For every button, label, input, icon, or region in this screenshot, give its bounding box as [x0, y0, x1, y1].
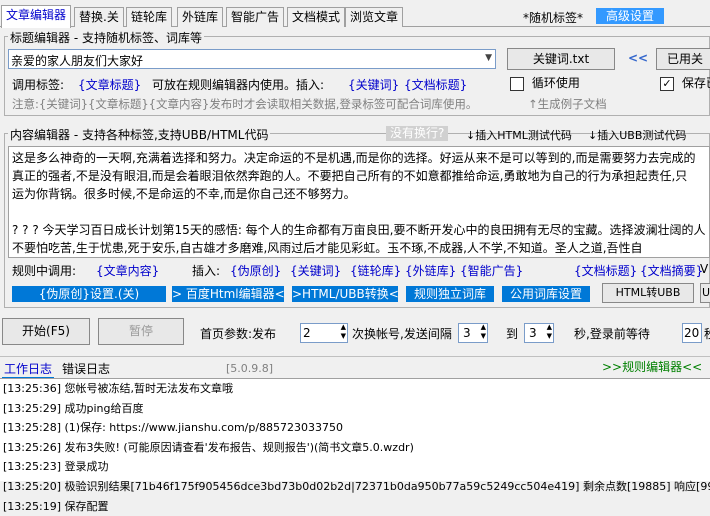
interval-min-value: 3: [463, 326, 471, 340]
content-line: 运为你背锅。很多时候,不是命运的不幸,而是你自己还不够努力。: [12, 187, 356, 201]
keyword-tag-link[interactable]: {关键词}: [348, 76, 399, 93]
dropdown-arrow-icon[interactable]: ▼: [485, 53, 492, 63]
spinner-arrows-icon[interactable]: ▲ ▼: [341, 323, 346, 341]
rule-call-label: 规则中调用:: [12, 264, 77, 278]
html-ubb-convert-button[interactable]: >HTML/UBB转换<: [292, 286, 399, 302]
doc-title-tag-link[interactable]: {文档标题}: [404, 76, 467, 93]
switch-interval-label: 次换帐号,发送间隔: [352, 327, 452, 341]
loop-checkbox-box[interactable]: [510, 76, 524, 91]
tab-error-log[interactable]: 错误日志: [62, 360, 110, 377]
log-line: [13:25:20] 极验识别结果[71b46f175f905456dce3bd…: [3, 479, 710, 493]
version-label: [5.0.9.8]: [226, 362, 274, 375]
interval-max-value: 3: [529, 326, 537, 340]
public-wordbank-settings-button[interactable]: 公用词库设置: [502, 286, 590, 302]
loop-use-label: 循环使用: [531, 76, 580, 90]
content-line: [12, 203, 706, 221]
generate-example-link[interactable]: ↑生成例子文档: [528, 96, 607, 112]
content-tag-link[interactable]: {文章内容}: [96, 262, 159, 279]
content-textarea[interactable]: 这是多么神奇的一天啊,充满着选择和努力。决定命运的不是机遇,而是你的选择。好运从…: [8, 146, 710, 258]
keyword-content-tag-link[interactable]: {关键词}: [290, 262, 341, 279]
ubb-button[interactable]: U: [700, 283, 710, 303]
tab-article-editor[interactable]: 文章编辑器: [1, 5, 72, 28]
loop-use-checkbox[interactable]: 循环使用: [510, 74, 580, 91]
keyword-file-button[interactable]: 关键词.txt: [507, 48, 615, 70]
html-to-ubb-button[interactable]: HTML转UBB: [602, 283, 694, 303]
insert-label: 插入:: [192, 264, 221, 278]
log-lines: [13:25:36] 您帐号被冻结,暂时无法发布文章哦 [13:25:29] 成功…: [0, 379, 710, 516]
insert-ubb-test-link[interactable]: ↓插入UBB测试代码: [588, 127, 686, 143]
log-line: [13:25:23] 登录成功: [3, 460, 109, 474]
to-label: 到: [506, 327, 519, 341]
check-icon[interactable]: ✓: [660, 76, 674, 91]
v-toggle[interactable]: V: [700, 262, 708, 276]
log-line: [13:25:36] 您帐号被冻结,暂时无法发布文章哦: [3, 382, 233, 395]
title-note-text: 注意:{关键词}{文章标题}{文章内容}发布时才会读取相关数据,登录标签可配合词…: [12, 97, 478, 111]
log-line: [13:25:19] 保存配置: [3, 499, 109, 513]
content-line: ? ? ? 今天学习百日成长计划第15天的感悟: 每个人的生命都有万亩良田,要不…: [12, 223, 706, 237]
rule-editor-link[interactable]: >>规则编辑器<<: [602, 358, 702, 375]
link-wheel-tag-link[interactable]: {链轮库}: [350, 262, 401, 279]
used-keywords-button[interactable]: 已用关: [656, 48, 710, 70]
login-wait-value: 20: [684, 326, 700, 340]
title-input-value: 亲爱的家人朋友们大家好: [11, 54, 144, 68]
no-newline-button[interactable]: 没有换行?: [386, 126, 449, 141]
content-text: 这是多么神奇的一天啊,充满着选择和努力。决定命运的不是机遇,而是你的选择。好运从…: [12, 149, 706, 258]
save-used-checkbox[interactable]: ✓ 保存已: [660, 74, 710, 91]
smart-ad-tag-link[interactable]: {智能广告}: [460, 262, 523, 279]
publish-count-value: 2: [303, 326, 311, 340]
fake-original-tag-link[interactable]: {伪原创}: [230, 262, 281, 279]
tab-external-links[interactable]: 外链库: [177, 7, 224, 27]
call-tag-label: 调用标签:: [12, 78, 65, 92]
content-line: 真正的强者,不是没有眼泪,而是会着眼泪依然奔跑的人。不要把自己所有的不如意都推给…: [12, 169, 688, 183]
log-line: [13:25:28] (1)保存: https://www.jianshu.co…: [3, 421, 344, 435]
publish-count-spinner[interactable]: 2 ▲ ▼: [300, 323, 348, 343]
external-link-tag-link[interactable]: {外链库}: [405, 262, 456, 279]
work-log-area[interactable]: [13:25:36] 您帐号被冻结,暂时无法发布文章哦 [13:25:29] 成功…: [0, 378, 710, 513]
rule-own-wordbank-button[interactable]: 规则独立词库: [406, 286, 494, 302]
spinner-arrows-icon[interactable]: ▲ ▼: [547, 323, 552, 341]
content-line: 这是多么神奇的一天啊,充满着选择和努力。决定命运的不是机遇,而是你的选择。好运从…: [12, 151, 696, 165]
start-button[interactable]: 开始(F5): [2, 318, 90, 345]
interval-min-spinner[interactable]: 3 ▲ ▼: [458, 323, 488, 343]
pause-button[interactable]: 暂停: [98, 318, 184, 345]
seconds-tail-label: 秒: [704, 325, 710, 342]
title-input[interactable]: 亲爱的家人朋友们大家好 ▼: [8, 49, 496, 69]
title-editor-heading: 标题编辑器 - 支持随机标签、词库等: [8, 29, 204, 46]
place-note-label: 可放在规则编辑器内使用。插入:: [152, 78, 325, 92]
interval-max-spinner[interactable]: 3 ▲ ▼: [524, 323, 554, 343]
advanced-settings-button[interactable]: 高级设置: [596, 8, 664, 24]
log-line: [13:25:29] 成功ping给百度: [3, 401, 144, 415]
insert-html-test-link[interactable]: ↓插入HTML测试代码: [466, 127, 572, 143]
tab-link-wheel[interactable]: 链轮库: [126, 7, 173, 27]
log-line: [13:25:26] 发布3失败! (可能原因请查看'发布报告、规则报告')(简…: [3, 440, 414, 454]
fake-original-settings-button[interactable]: {伪原创}设置.(关): [12, 286, 166, 302]
move-left-icon[interactable]: <<: [628, 51, 648, 65]
article-title-tag-link[interactable]: {文章标题}: [78, 76, 141, 93]
tab-work-log[interactable]: 工作日志: [2, 360, 55, 379]
sec-wait-label: 秒,登录前等待: [574, 327, 650, 341]
login-wait-spinner[interactable]: 20: [682, 323, 702, 343]
tab-smart-ads[interactable]: 智能广告: [226, 7, 285, 27]
tab-replace[interactable]: 替换.关: [74, 7, 124, 27]
first-page-label: 首页参数:发布: [200, 327, 277, 341]
save-used-label: 保存已: [681, 76, 710, 90]
baidu-html-editor-button[interactable]: > 百度Html编辑器<: [172, 286, 285, 302]
content-line: 不要怕吃苦,生于忧患,死于安乐,自古雄才多磨难,风雨过后才能见彩虹。玉不琢,不成…: [12, 241, 643, 255]
tab-document-mode[interactable]: 文档模式: [287, 7, 346, 27]
doc-summary-tag-link[interactable]: {文档摘要}: [640, 262, 703, 279]
content-line: 心净心 一心心心明 一 悟道 一 学到 一 得到 一 无道溯源 一 不道酬勤 一…: [12, 257, 706, 258]
doc-title-content-tag-link[interactable]: {文档标题}: [574, 262, 637, 279]
content-editor-heading: 内容编辑器 - 支持各种标签,支持UBB/HTML代码: [8, 126, 271, 143]
spinner-arrows-icon[interactable]: ▲ ▼: [481, 323, 486, 341]
tab-browse-articles[interactable]: 浏览文章: [345, 7, 404, 27]
random-tag-label: *随机标签*: [523, 11, 584, 25]
